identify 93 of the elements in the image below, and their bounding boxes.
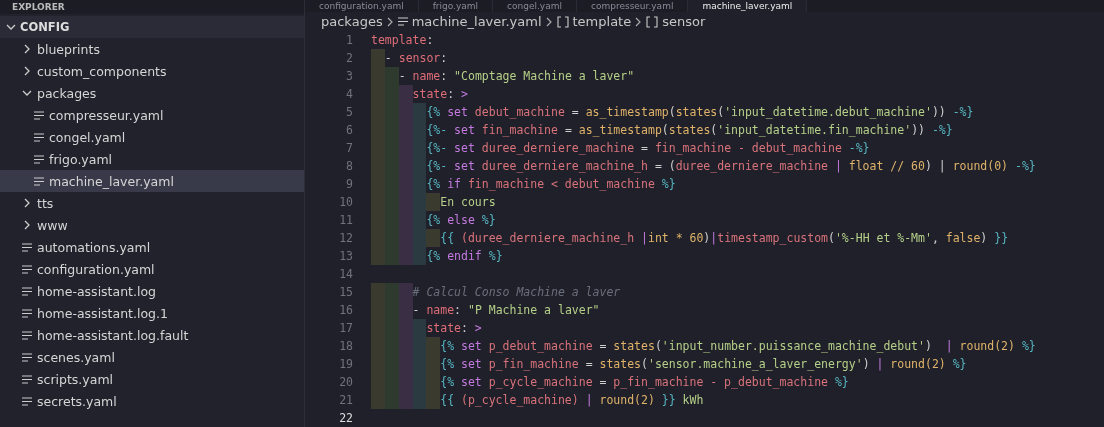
file-item[interactable]: frigo.yaml [0,148,304,170]
chevron-icon [545,16,553,27]
line-number: 2 [345,51,354,65]
file-item[interactable]: configuration.yaml [0,258,304,280]
code-line: {% set p_debut_machine = states('input_number.puissance_machine_debut') | round(2) %} [371,337,1036,355]
line-number: 8 [345,159,354,173]
lines-icon [22,242,32,252]
code-line: state: > [371,319,482,337]
editor-tab[interactable]: machine_laver.yaml [688,0,808,13]
file-item[interactable]: machine_laver.yaml [0,170,304,192]
line-number: 11 [338,213,354,227]
line-number: 17 [338,321,354,335]
line-number: 12 [338,231,354,245]
file-item[interactable]: automations.yaml [0,236,304,258]
code-line: {% else %} [371,211,496,229]
line-number: 1 [345,33,354,47]
line-number: 5 [345,105,354,119]
lines-icon [22,286,32,296]
file-item[interactable]: home-assistant.log [0,280,304,302]
lines-icon [22,352,32,362]
code-line: template: [371,32,434,49]
sidebar-title: EXPLORER [12,1,65,13]
line-number: 10 [338,195,354,209]
lines-icon [34,132,44,142]
breadcrumb-item[interactable]: template [556,14,632,30]
section-header[interactable]: CONFIG [0,16,304,38]
code-line: {%- set duree_derniere_machine_h = (duree_derniere_machine | float // 60) | round(0) -%} [371,157,1036,175]
line-number: 13 [338,249,354,263]
lines-icon [397,17,408,27]
brackets-icon [646,15,659,28]
lines-icon [22,396,32,406]
line-number: 9 [345,177,354,191]
file-item[interactable]: compresseur.yaml [0,104,304,126]
line-number: 4 [345,87,354,101]
folder-item[interactable]: custom_components [0,60,304,82]
line-number: 3 [345,69,354,83]
code-line: {% set p_cycle_machine = p_fin_machine - p_debut_machine %} [371,373,849,391]
code-line: {{ (duree_derniere_machine_h |int * 60)|timestamp_custom('%-HH et %-Mm', false) }} [371,229,1009,247]
code-line: {%- set fin_machine = as_timestamp(states('input_datetime.fin_machine')) -%} [371,121,953,139]
chevron-icon [22,220,32,230]
folder-item[interactable]: blueprints [0,38,304,60]
lines-icon [34,110,44,120]
lines-icon [34,154,44,164]
code-line: {% set p_fin_machine = states('sensor.machine_a_laver_energy') | round(2) %} [371,355,967,373]
file-item[interactable]: secrets.yaml [0,390,304,412]
code-line: {%- set duree_derniere_machine = fin_machine - debut_machine -%} [371,139,870,157]
code-line: En cours [371,193,496,211]
breadcrumb-item[interactable]: machine_laver.yaml [397,14,542,30]
lines-icon [22,330,32,340]
file-item[interactable]: congel.yaml [0,126,304,148]
line-number: 14 [338,267,354,281]
chevron-icon [22,44,32,54]
code-line: state: > [371,85,468,103]
file-item[interactable]: home-assistant.log.1 [0,302,304,324]
lines-icon [34,176,44,186]
lines-icon [22,264,32,274]
code-line: {% set debut_machine = as_timestamp(states('input_datetime.debut_machine')) -%} [371,103,974,121]
line-number: 15 [338,285,354,299]
breadcrumb-item[interactable]: sensor [646,14,706,30]
code-line: # Calcul Conso Machine a laver [371,283,621,301]
breadcrumb-item[interactable]: packages [321,14,383,30]
code-line: {{ (p_cycle_machine) | round(2) }} kWh [371,391,704,409]
file-item[interactable]: scripts.yaml [0,368,304,390]
code-line: {% endif %} [371,247,503,265]
folder-item[interactable]: tts [0,192,304,214]
line-number: 6 [345,123,354,137]
folder-item[interactable]: packages [0,82,304,104]
code-line: - sensor: [371,49,448,67]
chevron-icon [635,16,643,27]
code-line: - name: "P Machine a laver" [371,301,600,319]
chevron-icon [386,16,394,27]
line-number: 16 [338,303,354,317]
line-number: 20 [338,375,354,389]
code-line: - name: "Comptage Machine a laver" [371,67,635,85]
line-number: 18 [338,339,354,353]
line-number: 22 [338,411,354,425]
lines-icon [22,308,32,318]
chevron-icon [22,66,32,76]
editor-tab[interactable]: configuration.yaml [305,0,419,13]
chevron-icon [22,88,32,98]
brackets-icon [556,15,569,28]
chevron-icon [6,22,16,32]
chevron-icon [22,198,32,208]
line-number: 7 [345,141,354,155]
editor-tab[interactable]: frigo.yaml [418,0,494,13]
file-item[interactable]: scenes.yaml [0,346,304,368]
lines-icon [22,374,32,384]
line-number: 19 [338,357,354,371]
folder-item[interactable]: www [0,214,304,236]
editor-tab[interactable]: congel.yaml [493,0,577,13]
line-number: 21 [338,393,354,407]
code-line: {% if fin_machine < debut_machine %} [371,175,676,193]
file-item[interactable]: home-assistant.log.fault [0,324,304,346]
